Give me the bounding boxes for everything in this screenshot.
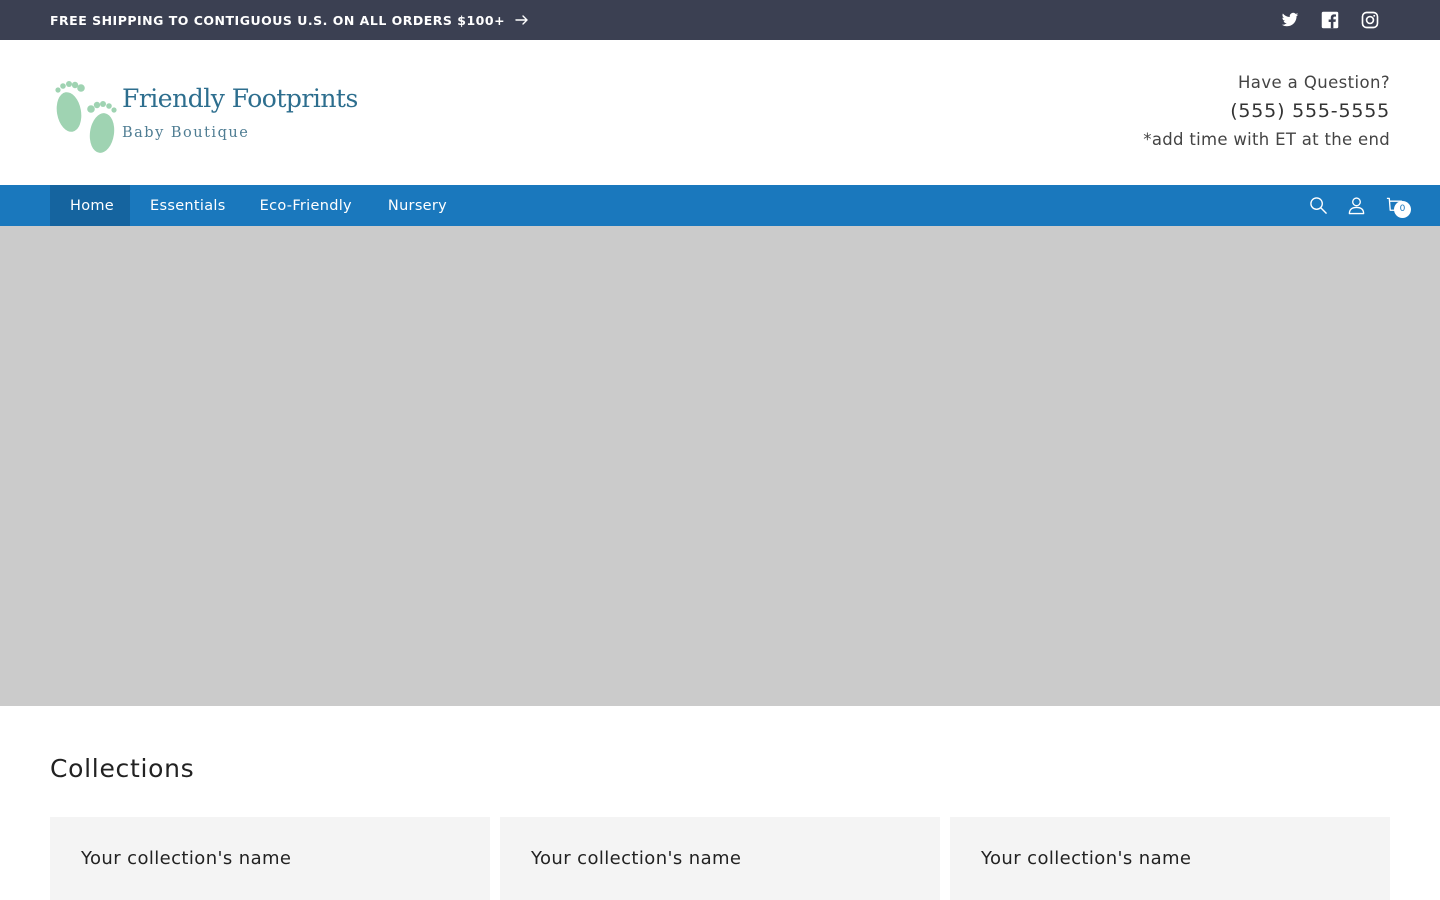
nav-item-eco-friendly[interactable]: Eco-Friendly [243, 185, 369, 226]
collection-name: Your collection's name [531, 848, 742, 869]
footprints-icon [55, 81, 117, 153]
arrow-right-icon [515, 15, 528, 25]
cart-count-badge: 0 [1394, 200, 1411, 218]
announcement-link[interactable]: FREE SHIPPING TO CONTIGUOUS U.S. ON ALL … [50, 0, 529, 40]
nav-item-label: Eco-Friendly [259, 197, 352, 214]
contact-block: Have a Question? (555) 555-5555 *add tim… [1143, 72, 1390, 153]
nav-item-label: Home [70, 197, 115, 214]
collection-card[interactable]: Your collection's name [950, 817, 1390, 900]
collection-card[interactable]: Your collection's name [500, 817, 940, 900]
nav-item-label: Nursery [387, 197, 448, 214]
social-links [1280, 0, 1380, 40]
contact-note: *add time with ET at the end [1143, 130, 1390, 149]
facebook-icon[interactable] [1320, 10, 1340, 30]
instagram-icon[interactable] [1360, 10, 1380, 30]
collections-title: Collections [50, 754, 195, 783]
logo-name: Friendly Footprints [122, 84, 358, 113]
contact-phone[interactable]: (555) 555-5555 [1143, 96, 1390, 126]
nav-item-home[interactable]: Home [50, 185, 131, 226]
collection-name: Your collection's name [81, 848, 292, 869]
logo-tagline: Baby Boutique [122, 125, 250, 141]
collection-card[interactable]: Your collection's name [50, 817, 490, 900]
contact-question: Have a Question? [1238, 73, 1390, 92]
twitter-icon[interactable] [1280, 10, 1300, 30]
cart-icon[interactable]: 0 [1384, 196, 1411, 218]
collection-name: Your collection's name [981, 848, 1192, 869]
account-icon[interactable] [1346, 196, 1366, 216]
search-icon[interactable] [1308, 196, 1328, 216]
nav-menu: Home Essentials Eco-Friendly Nursery [50, 185, 464, 226]
logo[interactable]: Friendly Footprints Baby Boutique [52, 78, 358, 158]
hero-banner [0, 226, 1440, 706]
main-nav: Home Essentials Eco-Friendly Nursery 0 [0, 185, 1440, 226]
nav-item-essentials[interactable]: Essentials [130, 185, 243, 226]
header-icons: 0 [1308, 185, 1411, 226]
announcement-bar: FREE SHIPPING TO CONTIGUOUS U.S. ON ALL … [0, 0, 1440, 40]
site-header: Friendly Footprints Baby Boutique Have a… [0, 40, 1440, 185]
nav-item-label: Essentials [150, 197, 226, 214]
announcement-text: FREE SHIPPING TO CONTIGUOUS U.S. ON ALL … [50, 12, 506, 28]
nav-item-nursery[interactable]: Nursery [369, 185, 464, 226]
